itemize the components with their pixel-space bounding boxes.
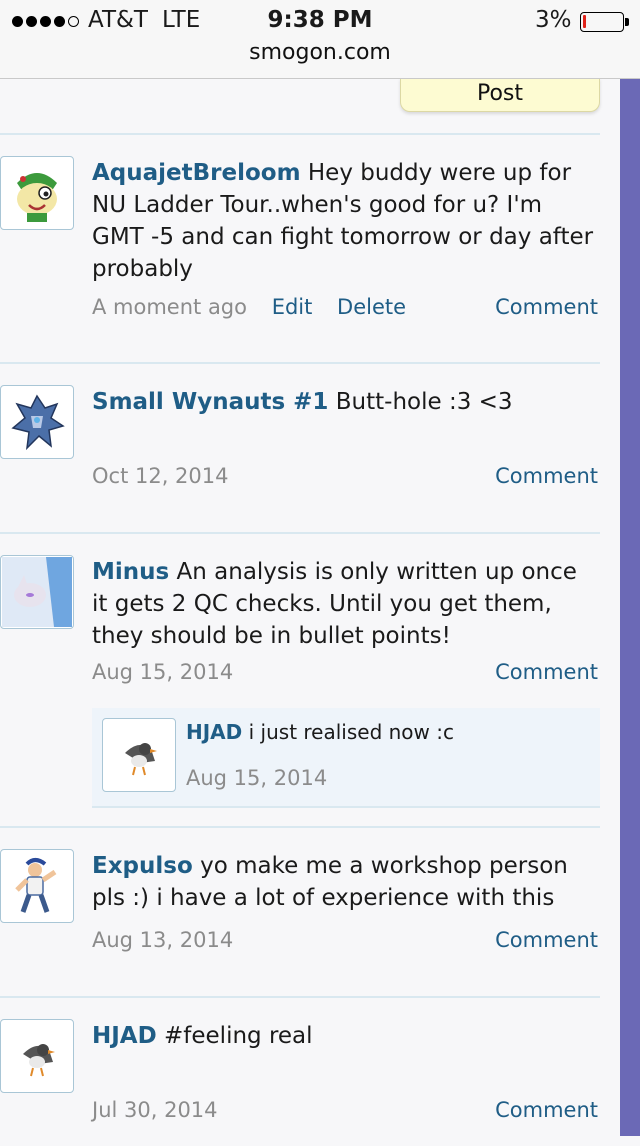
browser-header: AT&T LTE 9:38 PM 3% smogon.com xyxy=(0,0,640,79)
post-text: #feeling real xyxy=(164,1023,313,1049)
mewtwo-avatar-icon xyxy=(2,557,72,627)
post-meta: Jul 30, 2014 Comment xyxy=(92,1098,598,1122)
comment-text: i just realised now :c xyxy=(248,720,454,744)
comment-date: Aug 15, 2014 xyxy=(186,766,328,790)
delete-link[interactable]: Delete xyxy=(337,295,406,319)
comment-body: HJAD i just realised now :c xyxy=(186,720,454,744)
list-item: HJAD #feeling real Jul 30, 2014 Comment xyxy=(0,996,600,1146)
post-date: Oct 12, 2014 xyxy=(92,464,229,488)
battery-percent: 3% xyxy=(535,7,572,33)
username-link[interactable]: HJAD xyxy=(92,1023,157,1049)
post-date: Aug 13, 2014 xyxy=(92,928,234,952)
post-meta: A moment ago Edit Delete Comment xyxy=(92,295,598,319)
edit-link[interactable]: Edit xyxy=(272,295,313,319)
comment-link[interactable]: Comment xyxy=(495,928,598,952)
status-bar: AT&T LTE 9:38 PM 3% xyxy=(0,6,640,36)
post-body: HJAD #feeling real xyxy=(92,1020,596,1052)
post-body: AquajetBreloom Hey buddy were up for NU … xyxy=(92,157,596,285)
avatar[interactable] xyxy=(102,718,176,792)
post-date: Aug 15, 2014 xyxy=(92,660,234,684)
post-meta: Oct 12, 2014 Comment xyxy=(92,464,598,488)
post-date: Jul 30, 2014 xyxy=(92,1098,218,1122)
comment-link[interactable]: Comment xyxy=(495,660,598,684)
starly-avatar-icon xyxy=(23,1044,55,1077)
post-body: Small Wynauts #1 Butt-hole :3 <3 xyxy=(92,386,596,418)
post-date: A moment ago xyxy=(92,295,247,319)
starly-avatar-icon xyxy=(125,743,157,776)
comment-link[interactable]: Comment xyxy=(495,295,598,319)
username-link[interactable]: Minus xyxy=(92,559,169,585)
breloom-avatar-icon xyxy=(17,173,57,222)
url-bar[interactable]: smogon.com xyxy=(0,40,640,65)
avatar[interactable] xyxy=(0,385,74,459)
avatar[interactable] xyxy=(0,156,74,230)
post-button[interactable]: Post xyxy=(400,78,600,112)
comment-thread-item: HJAD i just realised now :c Aug 15, 2014 xyxy=(92,708,600,808)
post-meta: Aug 15, 2014 Comment xyxy=(92,660,598,684)
avatar[interactable] xyxy=(0,555,74,629)
list-item: Expulso yo make me a workshop person pls… xyxy=(0,826,600,996)
post-body: Expulso yo make me a workshop person pls… xyxy=(92,850,596,914)
list-item: Small Wynauts #1 Butt-hole :3 <3 Oct 12,… xyxy=(0,362,600,532)
avatar[interactable] xyxy=(0,1019,74,1093)
avatar[interactable] xyxy=(0,849,74,923)
dialga-avatar-icon xyxy=(11,394,65,451)
username-link[interactable]: Small Wynauts #1 xyxy=(92,389,328,415)
username-link[interactable]: Expulso xyxy=(92,853,193,879)
comment-link[interactable]: Comment xyxy=(495,464,598,488)
page-side-gutter xyxy=(620,78,640,1136)
username-link[interactable]: HJAD xyxy=(186,720,242,744)
battery-icon xyxy=(580,12,629,32)
comment-link[interactable]: Comment xyxy=(495,1098,598,1122)
brawly-avatar-icon xyxy=(15,858,57,913)
post-meta: Aug 13, 2014 Comment xyxy=(92,928,598,952)
post-body: Minus An analysis is only written up onc… xyxy=(92,556,596,652)
profile-post-feed: AquajetBreloom Hey buddy were up for NU … xyxy=(0,133,600,1146)
username-link[interactable]: AquajetBreloom xyxy=(92,160,301,186)
post-text: Butt-hole :3 <3 xyxy=(335,389,513,415)
list-item: AquajetBreloom Hey buddy were up for NU … xyxy=(0,133,600,362)
list-item: Minus An analysis is only written up onc… xyxy=(0,532,600,826)
